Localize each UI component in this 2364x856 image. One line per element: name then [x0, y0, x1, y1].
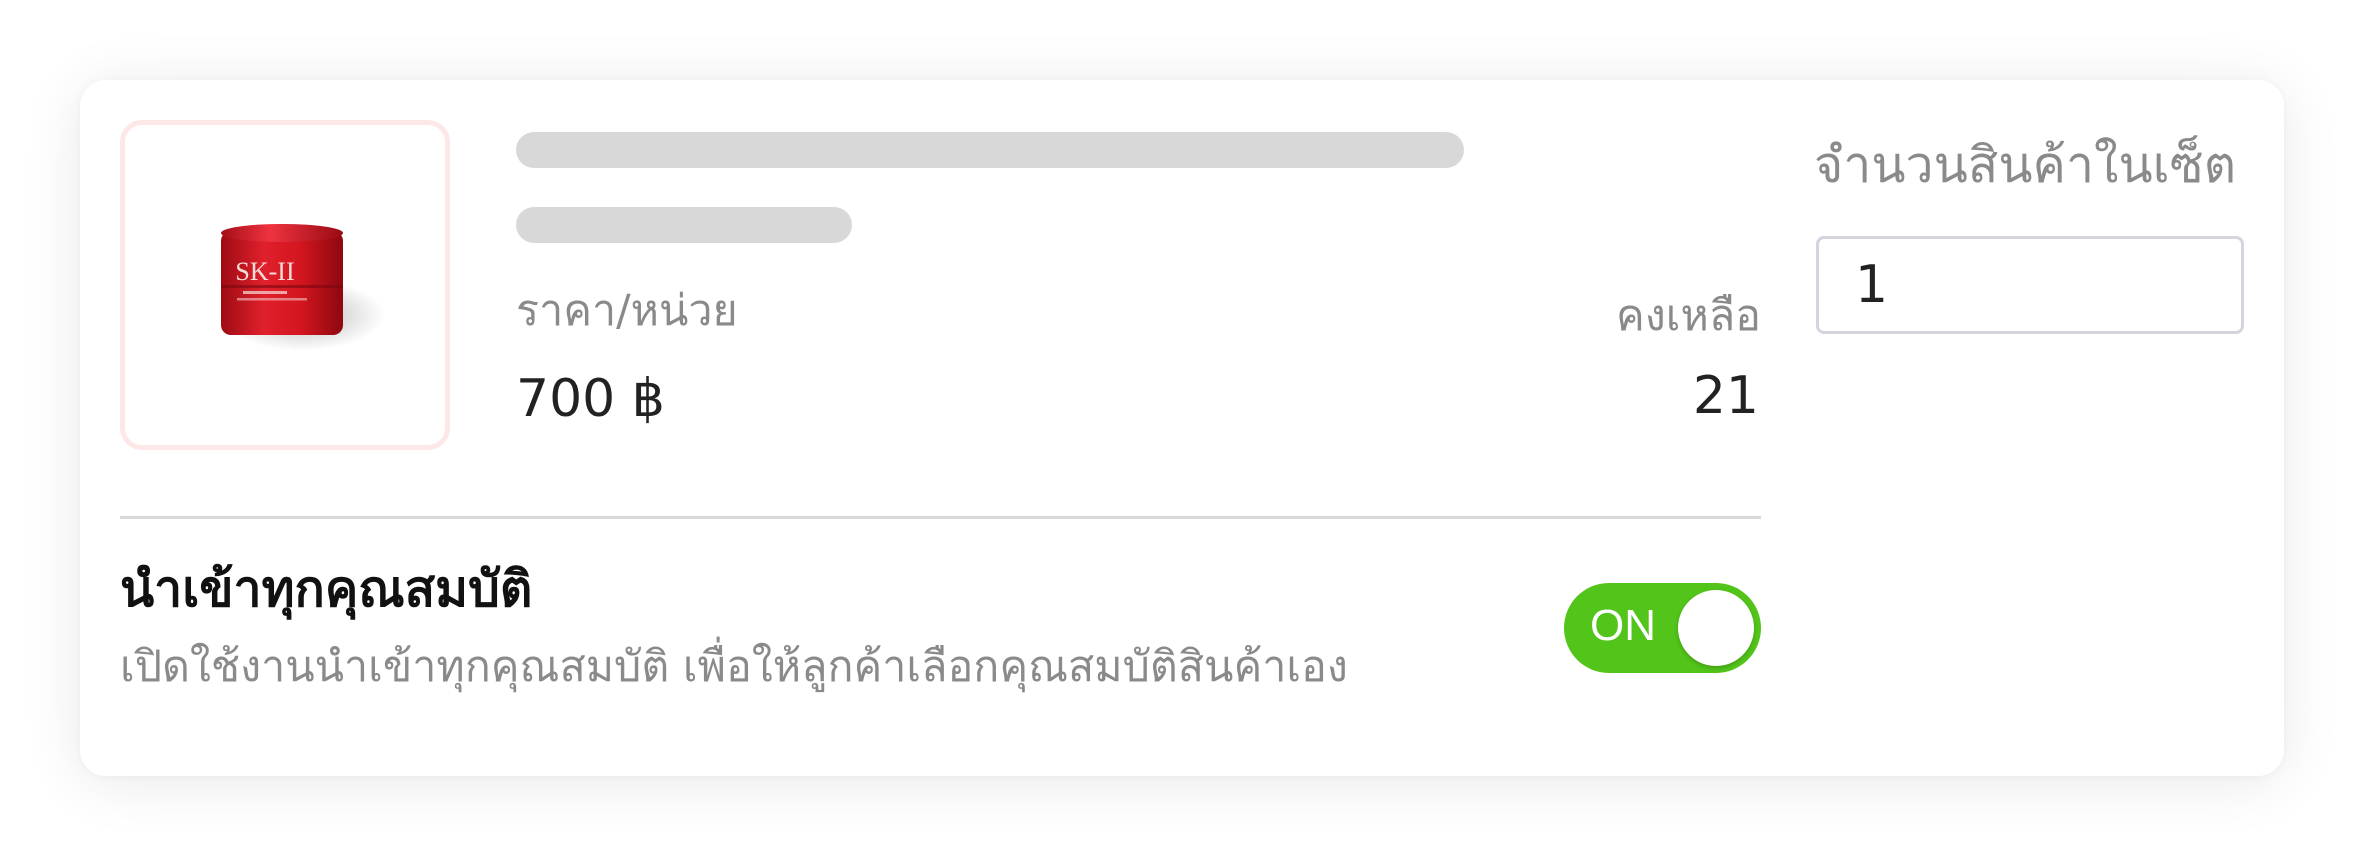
- import-attributes-toggle[interactable]: ON: [1564, 583, 1761, 673]
- import-attributes-title: นำเข้าทุกคุณสมบัติ: [120, 560, 533, 618]
- stock-value: 21: [1692, 366, 1759, 426]
- price-label: ราคา/หน่วย: [516, 286, 738, 336]
- set-quantity-input[interactable]: [1816, 236, 2244, 334]
- price-value: 700 ฿: [516, 369, 665, 429]
- stock-label: คงเหลือ: [1616, 291, 1761, 341]
- product-set-card: SK-II ราคา/หน่วย 700 ฿ คงเหลือ 21 จำนวนส…: [80, 80, 2284, 776]
- product-thumbnail[interactable]: SK-II: [120, 120, 450, 450]
- product-jar-image: SK-II: [221, 224, 385, 351]
- product-name-skeleton: [516, 132, 1464, 168]
- toggle-state-label: ON: [1590, 601, 1656, 650]
- brand-logo: SK-II: [235, 257, 294, 286]
- section-divider: [120, 516, 1761, 519]
- product-sku-skeleton: [516, 207, 852, 243]
- import-attributes-description: เปิดใช้งานนำเข้าทุกคุณสมบัติ เพื่อให้ลูก…: [120, 642, 1348, 692]
- set-quantity-label: จำนวนสินค้าในเซ็ต: [1814, 136, 2237, 194]
- toggle-knob: [1678, 590, 1754, 666]
